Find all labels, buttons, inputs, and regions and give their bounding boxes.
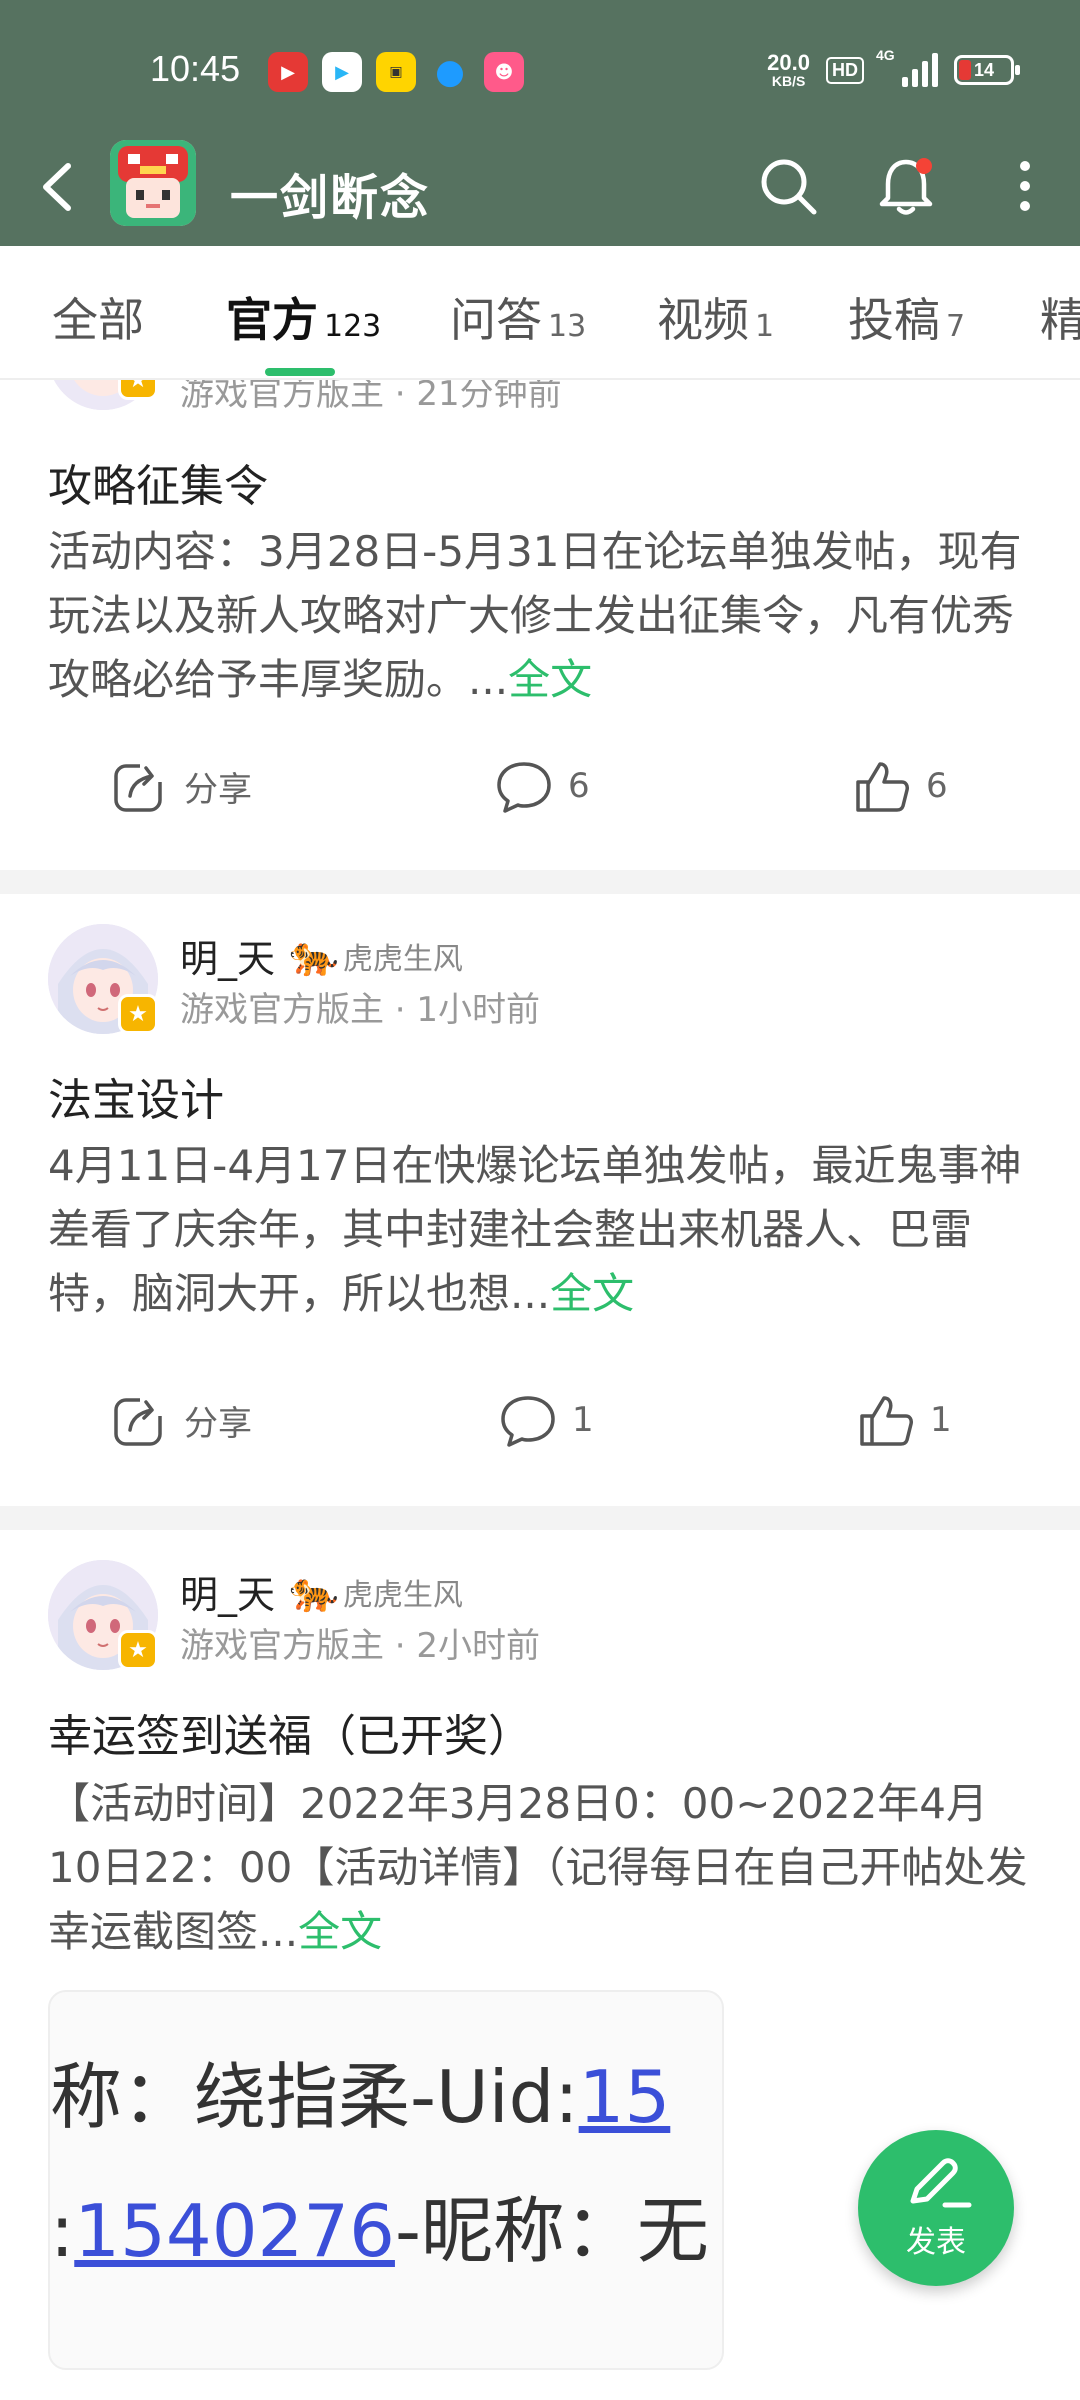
divider [0,1506,1080,1530]
tab-video[interactable]: 视频 1 [657,284,774,350]
post-card[interactable]: ★ 游戏官方版主 · 21分钟前 攻略征集令 活动内容：3月28日-5月31日在… [0,380,1080,870]
post-card[interactable]: ★ 明_天 🐅 虎虎生风 游戏官方版主 · 1小时前 法宝设计 4月11日-4月… [0,894,1080,1506]
post-actions: 分享 1 1 [0,1390,1080,1470]
username[interactable]: 明_天 🐅 虎虎生风 [180,1564,463,1619]
username[interactable]: 明_天 🐅 虎虎生风 [180,928,463,983]
tiger-medal-icon: 🐅 [289,1569,339,1615]
notifications-button[interactable] [870,150,942,222]
comment-button[interactable]: 1 [498,1390,594,1450]
qq-app-icon: ● [435,52,465,92]
pinkapp-icon: ☻ [484,52,524,92]
thumbs-up-icon [856,762,909,812]
tab-qa[interactable]: 问答 13 [450,284,586,350]
post-body[interactable]: 活动内容：3月28日-5月31日在论坛单独发帖，现有玩法以及新人攻略对广大修士发… [48,520,1038,712]
like-button[interactable]: 6 [852,756,948,816]
post-body[interactable]: 【活动时间】2022年3月28日0：00~2022年4月10日22：00【活动详… [48,1772,1038,1964]
post-title[interactable]: 攻略征集令 [48,450,268,514]
news-app-icon: ▣ [376,52,416,92]
share-button[interactable]: 分享 [110,1390,252,1450]
share-icon [114,760,168,812]
status-indicators: 20.0 KB/S HD 4G 14 [767,47,1020,89]
signal-icon: 4G [876,47,938,87]
status-bar: 10:45 ▶ ▶ ▣ ● ☻ 20.0 KB/S HD 4G 14 [0,0,1080,130]
like-button[interactable]: 1 [856,1390,952,1450]
tiger-medal-icon: 🐅 [289,933,339,979]
thumbs-up-icon [860,1396,913,1446]
tab-submissions[interactable]: 投稿 7 [848,284,965,350]
app-header: 10:45 ▶ ▶ ▣ ● ☻ 20.0 KB/S HD 4G 14 一剑断念 [0,0,1080,246]
chevron-left-icon [43,163,71,211]
post-image[interactable]: 称：绕指柔-Uid:15 :1540276-昵称：无 [48,1990,724,2370]
more-vertical-icon [1020,161,1030,211]
notification-dot [916,158,932,174]
read-more-link[interactable]: 全文 [508,655,592,704]
medal-label: 虎虎生风 [342,1577,463,1613]
comment-button[interactable]: 6 [494,756,590,816]
medal-label: 虎虎生风 [342,941,463,977]
tab-official[interactable]: 官方 123 [226,284,381,350]
game-logo[interactable] [110,140,196,226]
read-more-link[interactable]: 全文 [298,1907,382,1956]
tab-bar: 全部 官方 123 问答 13 视频 1 投稿 7 精 [0,246,1080,380]
image-text-line: 称：绕指柔-Uid:15 [50,2055,671,2139]
post-meta: 游戏官方版主 · 21分钟前 [180,380,562,414]
status-time: 10:45 [150,48,241,89]
video-app-icon: ▶ [268,52,308,92]
comment-icon [501,1396,555,1447]
back-button[interactable] [30,152,90,222]
moderator-badge-icon: ★ [118,994,158,1034]
post-actions: 分享 6 6 [0,756,1080,836]
moderator-badge-icon: ★ [118,380,158,400]
divider [0,870,1080,894]
post-body[interactable]: 4月11日-4月17日在快爆论坛单独发帖，最近鬼事神差看了庆余年，其中封建社会整… [48,1134,1038,1326]
post-feed[interactable]: ★ 游戏官方版主 · 21分钟前 攻略征集令 活动内容：3月28日-5月31日在… [0,380,1080,2400]
image-text-line: :1540276-昵称：无 [50,2189,709,2273]
play-app-icon: ▶ [322,52,362,92]
status-app-icons: ▶ ▶ ▣ ● ☻ [268,52,524,92]
share-button[interactable]: 分享 [110,756,252,816]
tab-featured[interactable]: 精 [1040,284,1080,350]
net-speed: 20.0 KB/S [767,50,810,89]
comment-icon [497,762,551,813]
game-character-icon [110,140,196,226]
more-button[interactable] [990,150,1060,222]
post-title[interactable]: 法宝设计 [48,1064,224,1128]
tab-all[interactable]: 全部 [52,284,150,350]
share-icon [114,1394,168,1446]
search-icon [761,159,817,215]
compose-button[interactable]: 发表 [858,2130,1014,2286]
toolbar: 一剑断念 [0,130,1080,246]
page-title: 一剑断念 [230,170,431,226]
pen-icon [910,2158,972,2208]
post-meta: 游戏官方版主 · 2小时前 [180,1626,541,1666]
active-tab-indicator [265,368,335,376]
search-button[interactable] [752,150,824,222]
battery-icon: 14 [954,55,1020,85]
post-meta: 游戏官方版主 · 1小时前 [180,990,541,1030]
hd-icon: HD [826,56,864,84]
post-title[interactable]: 幸运签到送福（已开奖） [48,1700,532,1764]
read-more-link[interactable]: 全文 [550,1269,634,1318]
moderator-badge-icon: ★ [118,1630,158,1670]
